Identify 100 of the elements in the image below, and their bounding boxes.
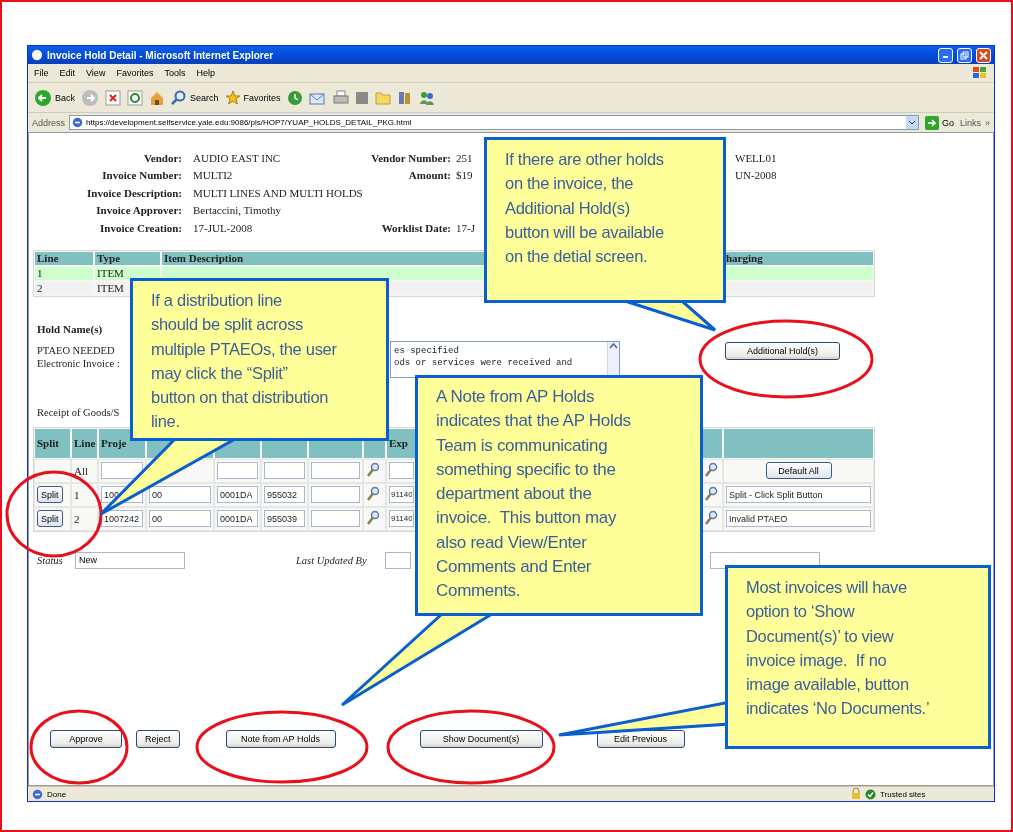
books-icon	[396, 89, 413, 106]
field-label: Invoice Creation:	[100, 221, 182, 234]
go-arrow-icon	[924, 115, 939, 130]
lock-icon	[851, 788, 861, 800]
text-field[interactable]	[385, 551, 411, 569]
magnifier-icon[interactable]	[704, 461, 718, 478]
action-button[interactable]: Approve	[50, 730, 122, 748]
field-value: AUDIO EAST INC	[192, 151, 281, 164]
stop-button[interactable]	[105, 89, 121, 106]
security-zone: Trusted sites	[880, 789, 927, 799]
home-icon	[149, 89, 165, 106]
text-field[interactable]	[264, 462, 305, 479]
print-button[interactable]	[332, 89, 349, 106]
default-all-button[interactable]: Default All	[765, 462, 832, 479]
field-value: UN-2008	[734, 169, 777, 182]
restore-icon	[960, 50, 969, 60]
field-label: Invoice Description:	[87, 186, 182, 199]
field-label: Amount:	[408, 169, 451, 182]
text-field[interactable]	[311, 486, 360, 503]
address-label: Address	[32, 117, 66, 128]
magnifier-icon[interactable]	[366, 461, 380, 478]
scroll-up-icon[interactable]	[609, 341, 618, 350]
column-header: harging	[723, 250, 874, 266]
section-label: Receipt of Goods/S	[36, 405, 120, 419]
window-title: Invoice Hold Detail - Microsoft Internet Explorer	[47, 49, 275, 61]
text-field[interactable]: 955032	[264, 486, 305, 503]
refresh-icon	[127, 89, 143, 106]
field-label: Vendor:	[143, 151, 182, 164]
column-header: Split	[34, 427, 71, 459]
messenger-button[interactable]	[418, 89, 435, 106]
links-label[interactable]: Links	[959, 117, 981, 128]
split-button[interactable]: Split	[37, 510, 63, 527]
text-field[interactable]: 955039	[264, 510, 305, 527]
address-field[interactable]: https://development.selfservice.yale.edu:9086/pls/HOP7/YUAP_HOLDS_DETAIL_PKG.html	[69, 115, 919, 130]
field-label: Worklist Date:	[381, 221, 451, 234]
additional-holds-button[interactable]: Additional Hold(s)	[725, 341, 840, 360]
action-button[interactable]: Note from AP Holds	[225, 730, 336, 748]
split-button[interactable]: Split	[37, 486, 63, 503]
research-button[interactable]	[396, 89, 413, 106]
text-field[interactable]: 0001DA	[217, 510, 258, 527]
menu-item[interactable]: View	[86, 68, 106, 78]
search-button[interactable]: Search	[171, 89, 219, 106]
menu-item[interactable]: Tools	[164, 68, 186, 78]
home-button[interactable]	[149, 89, 165, 106]
check-icon	[865, 788, 876, 800]
go-button[interactable]: Go	[922, 115, 956, 130]
star-icon	[224, 89, 241, 106]
hold-name: Electronic Invoice :	[37, 356, 120, 370]
field-value: MULTI LINES AND MULTI HOLDS	[192, 186, 363, 199]
menu-item[interactable]: Help	[196, 68, 215, 78]
field-value: 17-JUL-2008	[192, 221, 253, 234]
action-button[interactable]: Edit Previous	[596, 730, 685, 748]
text-field[interactable]	[311, 462, 360, 479]
text-field[interactable]: Split - Click Split Button	[726, 486, 871, 503]
field-label: Status	[37, 554, 64, 566]
text-field[interactable]: 91140	[389, 510, 414, 527]
column-header: Type	[94, 250, 161, 266]
close-icon	[979, 50, 988, 60]
refresh-button[interactable]	[127, 89, 143, 106]
text-field[interactable]	[101, 462, 143, 479]
magnifier-icon[interactable]	[366, 509, 380, 526]
status-text: Done	[47, 789, 67, 799]
text-field[interactable]	[311, 510, 360, 527]
close-button[interactable]	[976, 47, 991, 63]
menu-item[interactable]: Edit	[59, 68, 76, 78]
magnifier-icon[interactable]	[704, 485, 718, 502]
text-field[interactable]: Invalid PTAEO	[726, 510, 871, 527]
printer-icon	[332, 89, 349, 106]
people-icon	[418, 89, 435, 106]
minimize-button[interactable]	[938, 47, 953, 63]
favorites-button[interactable]: Favorites	[224, 89, 281, 106]
field-value: 17-J	[455, 221, 475, 234]
field-value: WELL01	[734, 151, 777, 164]
field-value: $19	[455, 169, 473, 182]
text-field[interactable]	[389, 462, 414, 479]
history-icon	[286, 89, 303, 106]
status-field[interactable]: New	[75, 551, 185, 569]
text-field[interactable]: 00	[149, 510, 211, 527]
action-button[interactable]: Reject	[136, 730, 180, 748]
menu-item[interactable]: Favorites	[116, 68, 154, 78]
back-button[interactable]: Back	[34, 88, 75, 107]
dropdown-icon[interactable]	[905, 116, 918, 129]
action-button[interactable]: Show Document(s)	[419, 730, 543, 748]
text-field[interactable]: 0001DA	[217, 486, 258, 503]
magnifier-icon[interactable]	[704, 509, 718, 526]
stop-icon	[105, 89, 121, 106]
text-field[interactable]	[217, 462, 258, 479]
callout-note: A Note from AP Holds indicates that the AP Holds Team is communicating something specific to the department about the invoice. This button may also read View/Enter Comments and Enter Comments.	[415, 375, 703, 616]
history-button[interactable]	[286, 89, 303, 106]
text-field[interactable]: 1007242	[101, 510, 143, 527]
more-chevron[interactable]: »	[985, 117, 990, 128]
menu-item[interactable]: File	[34, 68, 49, 78]
table-cell: 2	[71, 506, 98, 531]
field-value: MULTI2	[192, 169, 233, 182]
maximize-button[interactable]	[957, 47, 972, 63]
section-title: Hold Name(s)	[37, 321, 103, 336]
magnifier-icon[interactable]	[366, 485, 380, 502]
field-label: Vendor Number:	[371, 151, 451, 164]
text-field[interactable]: 91140	[389, 486, 414, 503]
text-field[interactable]: 00	[149, 486, 211, 503]
